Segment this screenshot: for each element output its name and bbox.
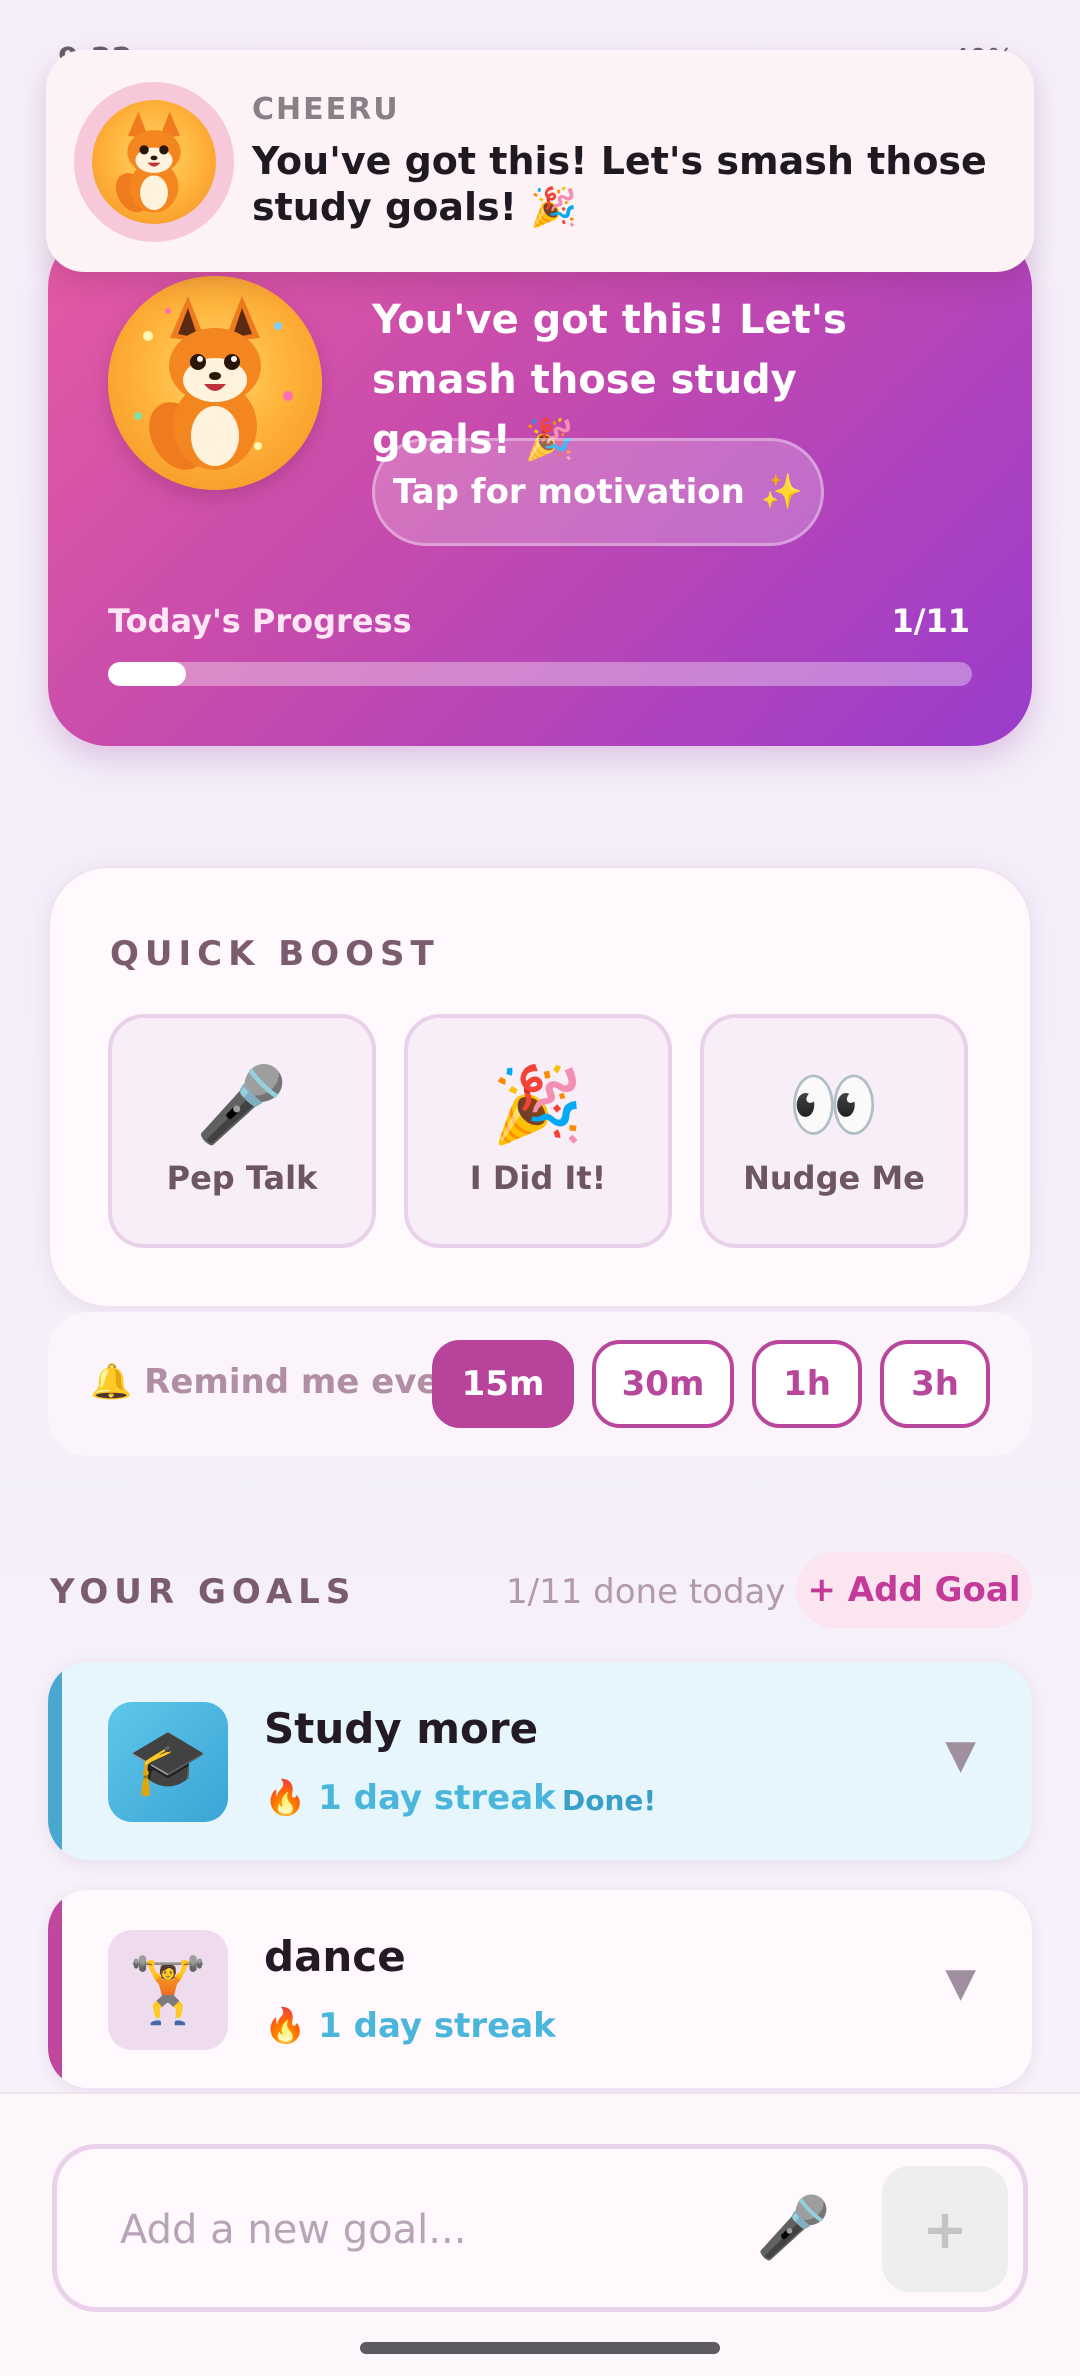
fox-mascot-icon <box>134 296 293 470</box>
motivation-button-label: Tap for motivation <box>392 472 745 512</box>
progress-bar <box>108 662 972 686</box>
notification-message: You've got this! Let's smash those study… <box>252 139 987 229</box>
notification-fox-avatar <box>92 100 216 224</box>
goal-name: Study more <box>264 1704 539 1753</box>
reminder-label: 🔔 Remind me every <box>90 1362 479 1402</box>
graduation-cap-icon: 🎓 <box>108 1702 228 1822</box>
goal-card-dance[interactable]: 🏋️ dance 🔥 1 day streak ▼ <box>48 1890 1032 2088</box>
goals-done-summary: 1/11 done today <box>506 1572 786 1612</box>
party-popper-icon: 🎉 <box>491 1062 585 1148</box>
microphone-icon: 🎤 <box>195 1062 289 1148</box>
quick-boost-title: QUICK BOOST <box>110 934 440 974</box>
tap-for-motivation-button[interactable]: Tap for motivation ✨ <box>372 438 824 546</box>
home-indicator[interactable] <box>360 2342 720 2354</box>
new-goal-input[interactable] <box>118 2196 722 2264</box>
i-did-it-button[interactable]: 🎉 I Did It! <box>404 1014 672 1248</box>
sparkles-icon: ✨ <box>760 472 804 512</box>
goal-name: dance <box>264 1932 406 1981</box>
add-goal-button[interactable]: + Add Goal <box>796 1552 1032 1628</box>
expand-chevron-icon[interactable]: ▼ <box>945 1732 976 1778</box>
goal-card-study-more[interactable]: 🎓 Study more 🔥 1 day streak Done! ▼ <box>48 1662 1032 1860</box>
progress-count: 1/11 <box>891 602 970 640</box>
reminder-option-3h[interactable]: 3h <box>880 1340 990 1428</box>
progress-bar-fill <box>108 662 186 686</box>
goal-streak: 🔥 1 day streak <box>264 1778 556 1818</box>
goal-streak: 🔥 1 day streak <box>264 2006 556 2046</box>
your-goals-title: YOUR GOALS <box>50 1572 357 1612</box>
weightlifter-icon: 🏋️ <box>108 1930 228 2050</box>
add-goal-submit-button[interactable]: + <box>882 2166 1008 2292</box>
goal-done-badge: Done! <box>562 1784 657 1817</box>
eyes-icon: 👀 <box>787 1062 881 1148</box>
fox-icon <box>115 111 181 213</box>
fox-mascot-avatar[interactable] <box>108 276 322 490</box>
pep-talk-label: Pep Talk <box>166 1159 318 1197</box>
reminder-option-30m[interactable]: 30m <box>592 1340 734 1428</box>
i-did-it-label: I Did It! <box>469 1159 607 1197</box>
pep-talk-button[interactable]: 🎤 Pep Talk <box>108 1014 376 1248</box>
notification-app-name: CHEERU <box>252 92 400 127</box>
expand-chevron-icon[interactable]: ▼ <box>945 1960 976 2006</box>
reminder-option-15m[interactable]: 15m <box>432 1340 574 1428</box>
nudge-me-label: Nudge Me <box>743 1159 925 1197</box>
goal-accent-bar <box>48 1890 62 2088</box>
microphone-icon[interactable]: 🎤 <box>756 2192 831 2263</box>
goal-accent-bar <box>48 1662 62 1860</box>
nudge-me-button[interactable]: 👀 Nudge Me <box>700 1014 968 1248</box>
progress-label: Today's Progress <box>108 602 412 640</box>
reminder-option-1h[interactable]: 1h <box>752 1340 862 1428</box>
